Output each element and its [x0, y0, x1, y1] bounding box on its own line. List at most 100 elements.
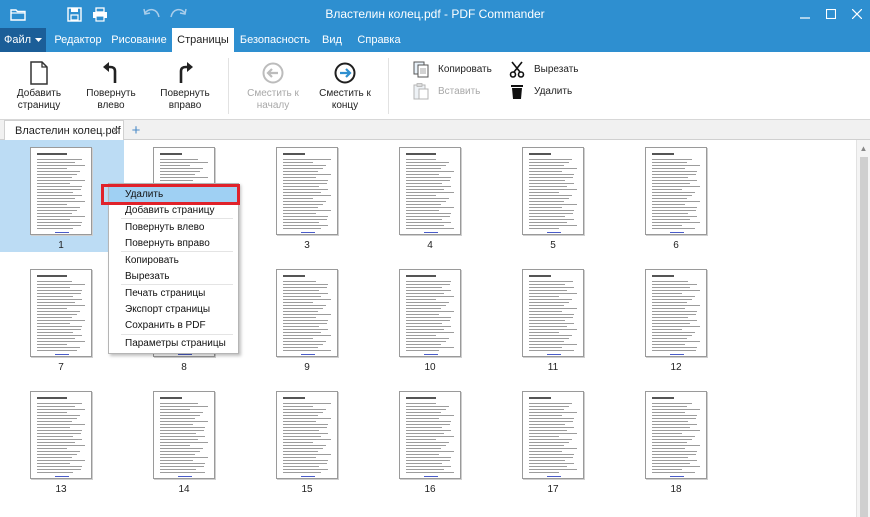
text-line [652, 189, 682, 190]
rotate-right-menu-item[interactable]: Повернуть вправо [109, 236, 238, 252]
text-line [406, 284, 450, 285]
text-line [283, 296, 321, 297]
text-line [37, 469, 81, 470]
text-line [406, 329, 444, 330]
text-line [283, 448, 323, 449]
text-line [283, 406, 313, 407]
page-heading-line [37, 397, 67, 399]
copy-menu-item[interactable]: Копировать [109, 253, 238, 269]
text-line [283, 287, 327, 288]
maximize-icon[interactable] [818, 0, 844, 28]
text-line [529, 171, 562, 172]
page-thumbnail[interactable] [399, 391, 461, 479]
text-line [652, 171, 697, 172]
text-line [406, 201, 446, 202]
cut-button[interactable]: Вырезать [508, 60, 578, 78]
page-number: 18 [670, 484, 682, 495]
text-line [652, 338, 687, 339]
rotate-left-button[interactable]: Повернуть влево [80, 60, 142, 112]
tab-pages[interactable]: Страницы [172, 28, 234, 52]
text-line [283, 216, 328, 217]
save-pdf-menu-item[interactable]: Сохранить в PDF [109, 318, 238, 334]
text-line [37, 317, 72, 318]
add-tab-icon[interactable]: + [128, 120, 144, 140]
tab-security[interactable]: Безопасность [236, 28, 314, 52]
text-line [529, 341, 564, 342]
page-thumbnail[interactable] [399, 147, 461, 235]
text-line [652, 466, 700, 467]
rotate-left-menu-item[interactable]: Повернуть влево [109, 220, 238, 236]
add-page-button[interactable]: Добавить страницу [8, 60, 70, 112]
page-thumbnail[interactable] [153, 391, 215, 479]
page-number: 6 [673, 240, 679, 251]
page-footer-line [424, 232, 438, 233]
text-line [406, 472, 454, 473]
close-window-icon[interactable] [844, 0, 870, 28]
text-line [529, 442, 569, 443]
text-line [406, 439, 436, 440]
paste-button[interactable]: Вставить [412, 82, 480, 100]
text-line [529, 412, 577, 413]
text-line [283, 427, 327, 428]
text-line [529, 293, 577, 294]
close-tab-icon[interactable]: × [112, 123, 119, 137]
copy-button[interactable]: Копировать [412, 60, 492, 78]
page-number: 5 [550, 240, 556, 251]
text-line [529, 222, 567, 223]
page-thumbnail[interactable] [276, 269, 338, 357]
rotate-right-button[interactable]: Повернуть вправо [154, 60, 216, 112]
text-line [160, 424, 193, 425]
cut-menu-item[interactable]: Вырезать [109, 269, 238, 285]
file-menu-button[interactable]: Файл [0, 28, 46, 52]
tab-editor[interactable]: Редактор [48, 28, 108, 52]
vertical-scrollbar[interactable]: ▲ [856, 140, 870, 517]
text-line [160, 165, 190, 166]
tab-help[interactable]: Справка [352, 28, 406, 52]
page-thumbnail[interactable] [30, 269, 92, 357]
page-thumbnail[interactable] [522, 147, 584, 235]
page-thumbnail[interactable] [30, 147, 92, 235]
text-line [652, 192, 695, 193]
text-line [652, 472, 695, 473]
minimize-icon[interactable] [792, 0, 818, 28]
page-thumbnail[interactable] [399, 269, 461, 357]
page-thumbnail[interactable] [276, 391, 338, 479]
blank-page-icon [25, 60, 53, 86]
text-line [406, 442, 449, 443]
tab-drawing[interactable]: Рисование [108, 28, 170, 52]
move-to-start-button[interactable]: Сместить к началу [242, 60, 304, 112]
page-number: 14 [178, 484, 190, 495]
tab-view[interactable]: Вид [316, 28, 348, 52]
scrollbar-thumb[interactable] [860, 157, 868, 517]
page-number: 4 [427, 240, 433, 251]
page-thumbnail[interactable] [645, 269, 707, 357]
document-tab[interactable]: Властелин колец.pdf × [4, 120, 124, 140]
page-thumbnail[interactable] [522, 391, 584, 479]
page-thumbnail[interactable] [522, 269, 584, 357]
rotate-left-icon [97, 60, 125, 86]
export-page-menu-item[interactable]: Экспорт страницы [109, 302, 238, 318]
page-settings-menu-item[interactable]: Параметры страницы [109, 336, 238, 352]
print-page-menu-item[interactable]: Печать страницы [109, 286, 238, 302]
text-line [529, 192, 559, 193]
text-line [283, 195, 331, 196]
scroll-up-icon[interactable]: ▲ [857, 142, 870, 154]
page-number: 11 [547, 362, 559, 373]
page-thumbnail[interactable] [645, 391, 707, 479]
page-thumbnail[interactable] [30, 391, 92, 479]
page-thumbnail[interactable] [645, 147, 707, 235]
text-line [37, 281, 72, 282]
text-line [406, 403, 436, 404]
text-line [406, 424, 450, 425]
menu-bar: Файл Редактор Рисование Страницы Безопас… [0, 28, 870, 52]
page-thumbnail[interactable] [276, 147, 338, 235]
delete-button[interactable]: Удалить [508, 82, 572, 100]
text-line [652, 406, 687, 407]
text-line [283, 225, 328, 226]
text-line [529, 296, 559, 297]
move-to-end-button[interactable]: Сместить к концу [314, 60, 376, 112]
text-line [529, 180, 565, 181]
text-line [652, 436, 695, 437]
text-line [529, 201, 564, 202]
add-page-menu-item[interactable]: Добавить страницу [109, 203, 238, 219]
